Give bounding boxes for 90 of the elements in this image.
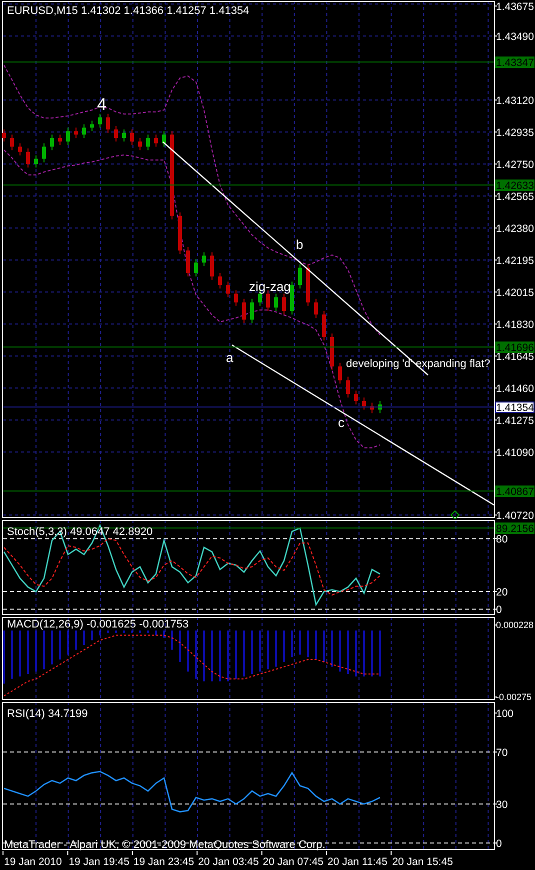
indicator-label: EURUSD,M15 1.41302 1.41366 1.41257 1.41354 <box>7 5 250 17</box>
axis-label: 1.42015 <box>496 286 534 299</box>
time-label: 19 Jan 23:45 <box>133 856 194 868</box>
candlestick <box>98 113 102 128</box>
axis-label: 100 <box>496 708 514 720</box>
candlestick <box>242 298 246 324</box>
candlestick <box>18 142 22 156</box>
axis-label: 1.42565 <box>496 190 534 203</box>
candlestick <box>2 128 6 142</box>
candlestick <box>42 142 46 163</box>
axis-label: -0.00275 <box>496 692 532 701</box>
time-label: 20 Jan 11:45 <box>328 856 388 868</box>
candlestick <box>378 400 382 414</box>
candlestick <box>290 281 294 315</box>
candlestick <box>338 362 342 384</box>
axis-label: 0 <box>496 838 502 850</box>
candlestick <box>354 390 358 405</box>
candlestick <box>130 128 134 146</box>
candlestick <box>282 293 286 315</box>
candlestick <box>114 125 118 142</box>
candlestick <box>274 293 278 312</box>
candlestick <box>154 134 158 148</box>
candlestick <box>298 264 302 290</box>
wave-label: zig-zag <box>249 279 291 294</box>
wave-label: 4 <box>97 95 106 114</box>
axis-label: 20 <box>496 586 508 598</box>
candlestick <box>106 113 110 134</box>
candlestick <box>122 128 126 142</box>
candlestick <box>202 252 206 267</box>
candlestick <box>226 281 230 298</box>
candlestick <box>234 290 238 306</box>
axis-label: 1.42935 <box>496 126 534 139</box>
candlestick <box>210 252 214 280</box>
wave-label: a <box>226 350 234 365</box>
price-badge: 1.42633 <box>495 180 534 192</box>
axis-label: 1.41275 <box>496 414 534 427</box>
price-badge: 1.41696 <box>495 342 534 354</box>
candlestick <box>346 376 350 398</box>
axis-label: 1.41090 <box>496 446 534 459</box>
time-label: 20 Jan 03:45 <box>198 856 259 868</box>
price-badge: 89.2156 <box>495 522 534 535</box>
time-label: 19 Jan 2010 <box>4 856 62 868</box>
axis-label: 1.43490 <box>496 30 534 43</box>
candlestick <box>178 212 182 254</box>
axis-label: 30 <box>496 798 508 811</box>
candlestick <box>362 397 366 410</box>
candlestick <box>26 148 30 168</box>
candlestick <box>194 258 198 277</box>
candlestick <box>90 120 94 132</box>
candlestick <box>58 134 62 146</box>
candlestick <box>74 127 78 139</box>
wave-label: c <box>338 415 344 430</box>
axis-label: 1.42750 <box>496 158 534 171</box>
axis-label: 1.43120 <box>496 94 534 107</box>
candlestick <box>218 272 222 290</box>
axis-label: 1.42380 <box>496 222 534 235</box>
candlestick <box>162 130 166 148</box>
indicator-label: MACD(12,26,9) -0.001625 -0.001753 <box>7 618 189 630</box>
time-label: 19 Jan 19:45 <box>68 856 130 868</box>
time-label: 20 Jan 15:45 <box>392 856 453 868</box>
time-label: 20 Jan 07:45 <box>262 856 324 868</box>
candlestick <box>146 134 150 151</box>
wave-label: developing 'd' expanding flat? <box>346 358 490 370</box>
candlestick <box>306 264 310 306</box>
price-badge: 1.40867 <box>495 486 534 498</box>
indicator-label: RSI(14) 34.7199 <box>7 708 88 720</box>
axis-label: 80 <box>496 533 508 546</box>
axis-label: 1.41460 <box>496 382 534 395</box>
axis-label: 1.43675 <box>496 0 534 13</box>
candlestick <box>330 333 334 370</box>
candlestick <box>250 298 254 324</box>
candlestick <box>66 127 70 146</box>
candlestick <box>82 124 86 139</box>
diamond-icon <box>450 510 460 519</box>
candlestick <box>10 134 14 151</box>
candlestick <box>314 298 318 318</box>
candlestick <box>34 154 38 168</box>
axis-label: 1.40720 <box>496 510 534 519</box>
candlestick <box>50 134 54 151</box>
axis-label: 0.000228 <box>496 620 534 630</box>
wave-label: b <box>296 237 304 252</box>
axis-label: 1.41830 <box>496 318 534 331</box>
axis-label: 0 <box>496 604 502 616</box>
candlestick <box>186 246 190 277</box>
candlestick <box>138 138 142 151</box>
candlestick <box>322 310 326 341</box>
axis-label: 70 <box>496 746 508 759</box>
price-badge: 1.43347 <box>495 56 534 69</box>
candlestick <box>370 402 374 414</box>
axis-label: 1.42195 <box>496 254 534 267</box>
